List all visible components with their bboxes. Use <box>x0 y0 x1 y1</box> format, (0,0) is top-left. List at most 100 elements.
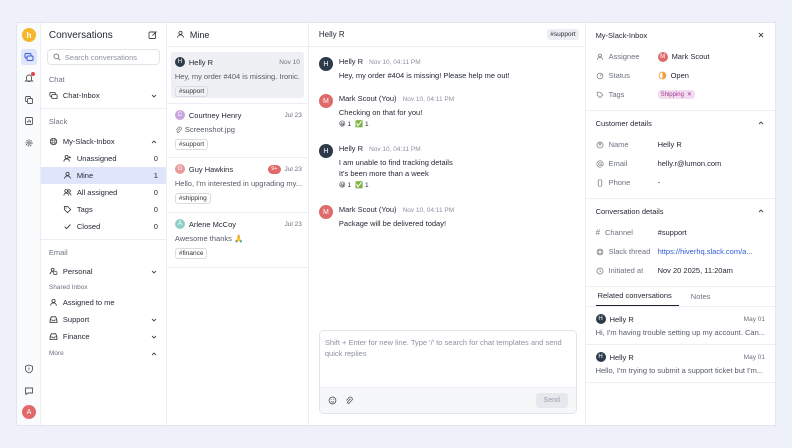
info-shield-icon[interactable] <box>21 361 37 377</box>
chevron-down-icon[interactable] <box>150 316 158 324</box>
message-time: Nov 10, 04:11 PM <box>369 59 421 66</box>
sidebar-item-mine[interactable]: Mine 1 <box>40 167 166 184</box>
related-conversation-item[interactable]: H Helly R May 01 Hello, I'm trying to su… <box>585 345 775 383</box>
tag-chip[interactable]: Shipping ✕ <box>657 90 695 99</box>
conversation-preview: Screenshot.jpg <box>184 125 235 134</box>
compose-icon[interactable] <box>148 30 158 40</box>
tab-related-conversations[interactable]: Related conversations <box>595 291 679 306</box>
customer-details-header[interactable]: Customer details <box>586 111 775 135</box>
reports-nav-icon[interactable] <box>21 113 37 129</box>
sidebar-item-tags[interactable]: Tags 0 <box>41 201 166 218</box>
sidebar-item-all-assigned[interactable]: All assigned 0 <box>41 184 166 201</box>
reaction-smile[interactable]: 😀 1 <box>339 181 351 189</box>
unread-badge: 9+ <box>268 164 281 174</box>
slack-thread-link[interactable]: https://hiverhq.slack.com/a... <box>658 247 765 256</box>
conversation-name: Courtney Henry <box>188 110 242 120</box>
avatar: A <box>174 219 185 229</box>
assignee-row[interactable]: Assignee M Mark Scout <box>586 47 775 66</box>
sidebar-item-unassigned[interactable]: Unassigned 0 <box>41 150 166 167</box>
tags-row[interactable]: Tags Shipping ✕ <box>586 85 775 104</box>
chevron-down-icon[interactable] <box>150 333 158 341</box>
nav-rail: h A <box>17 23 41 425</box>
sidebar-item-support[interactable]: Support <box>41 311 166 328</box>
status-row[interactable]: Status Open <box>586 66 775 85</box>
sidebar-item-label: Unassigned <box>76 154 117 163</box>
message-composer: Send <box>318 330 577 414</box>
initiated-label: Initiated at <box>608 266 644 275</box>
chevron-down-icon[interactable] <box>150 268 158 276</box>
message-text: It's been more than a week <box>338 169 429 178</box>
phone-value: - <box>657 178 661 187</box>
message-text: Package will be delivered today! <box>338 219 447 228</box>
user-icon <box>63 171 72 180</box>
conversation-name: Guy Hawkins <box>188 164 234 174</box>
list-item[interactable]: H Helly R Nov 10 Hey, my order #404 is m… <box>170 52 304 98</box>
search-icon <box>53 53 61 61</box>
chevron-down-icon[interactable] <box>150 92 158 100</box>
chevron-up-icon[interactable] <box>150 350 158 358</box>
email-value[interactable]: helly.r@lumon.com <box>658 159 765 168</box>
chevron-up-icon[interactable] <box>757 207 765 215</box>
sidebar-title: Conversations <box>48 29 113 41</box>
slack-thread-row: Slack thread https://hiverhq.slack.com/a… <box>586 242 775 261</box>
conversations-nav-icon[interactable] <box>21 49 37 65</box>
sidebar-item-my-slack-inbox[interactable]: My-Slack-Inbox <box>41 133 166 150</box>
sidebar-item-closed[interactable]: Closed 0 <box>41 218 166 235</box>
sidebar-item-more[interactable]: More <box>41 345 166 362</box>
notification-dot <box>31 72 35 76</box>
chevron-up-icon[interactable] <box>757 119 765 127</box>
chat-message: M Mark Scout (You) Nov 10, 04:11 PM Pack… <box>309 205 464 229</box>
sidebar-item-chat-inbox[interactable]: Chat-Inbox <box>41 87 166 104</box>
sidebar-item-label: Chat-Inbox <box>62 91 100 100</box>
search-box[interactable] <box>46 49 160 65</box>
app-window: h A Conversations Search conversations C… <box>16 22 776 426</box>
search-input[interactable] <box>64 52 155 62</box>
conversation-preview: Hey, my order #404 is missing. Ironic... <box>174 72 300 81</box>
remove-tag-icon[interactable]: ✕ <box>687 91 692 98</box>
copy-nav-icon[interactable] <box>21 92 37 108</box>
conversation-tag: #support <box>174 139 209 150</box>
email-row: Email helly.r@lumon.com <box>586 154 775 173</box>
check-icon <box>63 222 72 231</box>
sidebar-item-label: Mine <box>76 171 94 180</box>
reaction-check[interactable]: ✅ 1 <box>355 181 369 189</box>
thread-label: Slack thread <box>608 247 651 256</box>
sidebar-item-personal[interactable]: Personal <box>41 263 166 280</box>
attachment-icon[interactable] <box>345 396 353 405</box>
settings-gear-icon[interactable] <box>21 135 37 151</box>
reaction-smile[interactable]: 😀 1 <box>339 120 351 128</box>
sidebar-item-assigned-to-me[interactable]: Assigned to me <box>41 294 166 311</box>
close-icon[interactable] <box>757 31 765 39</box>
slack-section-label: Slack <box>48 116 68 126</box>
sidebar-item-label: Personal <box>62 267 93 276</box>
feedback-chat-icon[interactable] <box>21 383 37 399</box>
related-conversation-item[interactable]: H Helly R May 01 Hi, I'm having trouble … <box>585 307 775 345</box>
conversation-details-header[interactable]: Conversation details <box>586 199 775 223</box>
message-input[interactable] <box>324 337 573 381</box>
name-row: Name Helly R <box>586 135 775 154</box>
tab-notes[interactable]: Notes <box>689 292 718 306</box>
user-avatar[interactable]: A <box>22 405 36 419</box>
count-badge: 0 <box>153 188 158 197</box>
details-title: My-Slack-Inbox <box>595 30 648 40</box>
chat-message: M Mark Scout (You) Nov 10, 04:11 PM Chec… <box>309 94 464 128</box>
reaction-check[interactable]: ✅ 1 <box>355 120 369 128</box>
emoji-icon[interactable] <box>328 396 337 405</box>
send-button[interactable]: Send <box>535 393 568 408</box>
assignee-value: Mark Scout <box>671 52 710 61</box>
tag-chip-label: Shipping <box>660 91 684 98</box>
tag-icon <box>596 91 604 99</box>
details-panel: My-Slack-Inbox Assignee M Mark Scout Stat… <box>585 23 775 425</box>
tag-icon <box>63 205 72 214</box>
user-icon <box>596 53 604 61</box>
list-item[interactable]: C Courtney Henry Jul 23 Screenshot.jpg #… <box>166 103 308 158</box>
list-item[interactable]: A Arlene McCoy Jul 23 Awesome thanks 🙏 #… <box>166 213 308 268</box>
list-item[interactable]: G Guy Hawkins 9+ Jul 23 Hello, I'm inter… <box>166 158 308 213</box>
conversation-date: Jul 23 <box>284 111 302 119</box>
chevron-up-icon[interactable] <box>150 138 158 146</box>
sidebar-item-label: More <box>48 350 64 357</box>
notifications-bell-icon[interactable] <box>21 70 37 86</box>
sidebar-item-finance[interactable]: Finance <box>41 328 166 345</box>
message-author: Helly R <box>338 57 364 66</box>
message-author: Helly R <box>338 144 364 153</box>
